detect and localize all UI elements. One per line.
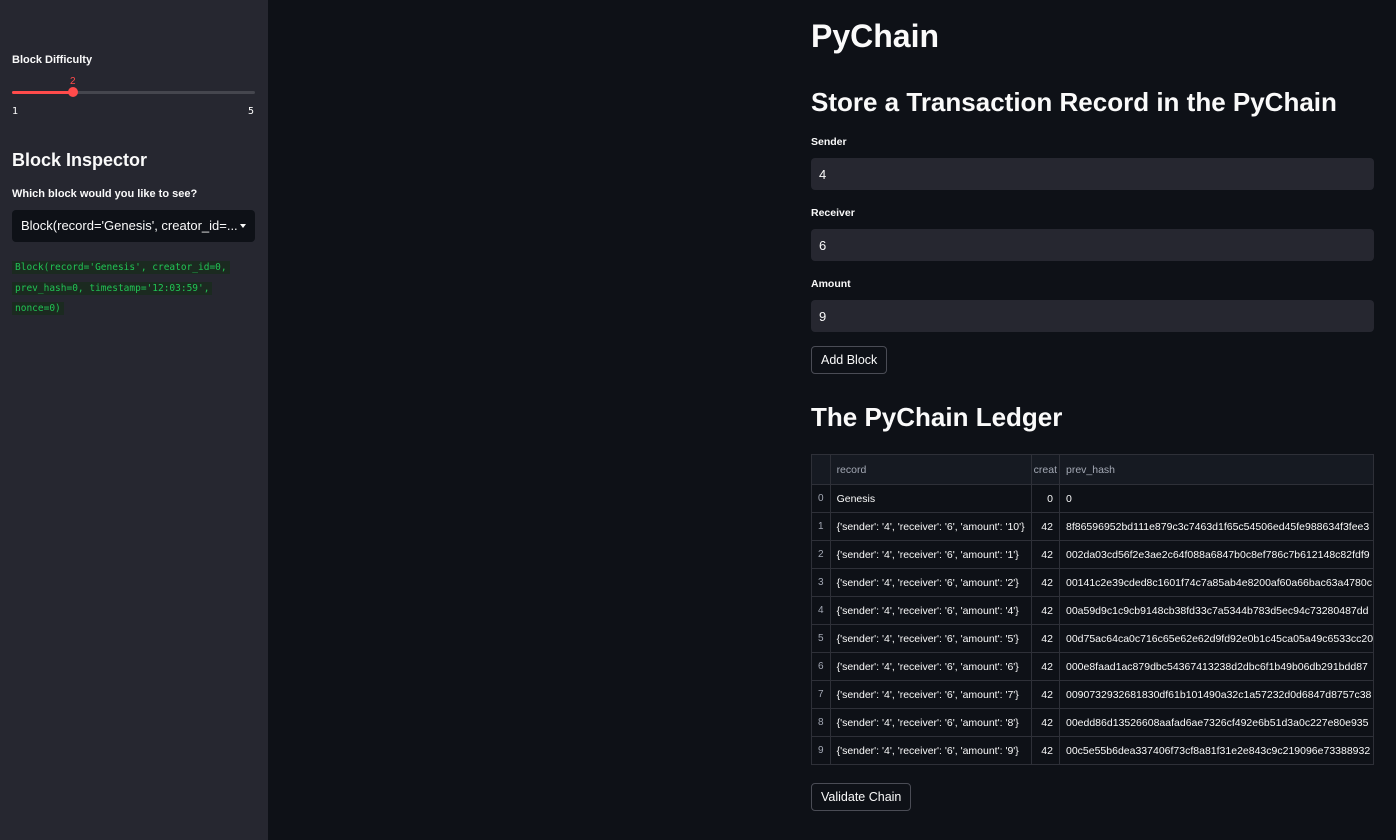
code-line: prev_hash=0, timestamp='12:03:59', [12, 281, 213, 295]
slider-fill [12, 91, 73, 94]
table-cell[interactable]: 0 [1031, 484, 1060, 513]
table-cell[interactable]: {'sender': '4', 'receiver': '6', 'amount… [830, 680, 1032, 709]
table-cell[interactable]: {'sender': '4', 'receiver': '6', 'amount… [830, 568, 1032, 597]
amount-label: Amount [811, 278, 851, 290]
table-row[interactable]: 7 {'sender': '4', 'receiver': '6', 'amoun… [812, 680, 1373, 709]
row-index: 9 [812, 736, 831, 764]
table-cell[interactable]: {'sender': '4', 'receiver': '6', 'amount… [830, 652, 1032, 681]
table-cell[interactable]: {'sender': '4', 'receiver': '6', 'amount… [830, 624, 1032, 653]
row-index: 6 [812, 652, 831, 681]
table-cell[interactable]: 42 [1031, 736, 1060, 764]
block-inspector-title: Block Inspector [12, 150, 148, 170]
column-header[interactable]: prev_hash [1059, 455, 1373, 485]
page-title: PyChain [811, 18, 940, 54]
ledger-grid: record creat prev_hash 0 Genesis 0 0 1 {'sender… [812, 455, 1373, 764]
caret-down-icon [240, 224, 246, 228]
table-row[interactable]: 6 {'sender': '4', 'receiver': '6', 'amoun… [812, 652, 1373, 681]
row-index: 7 [812, 680, 831, 709]
code-line: nonce=0) [12, 302, 64, 315]
ledger-table[interactable]: record creat prev_hash 0 Genesis 0 0 1 {'sender… [811, 454, 1374, 765]
table-cell[interactable]: 00a59d9c1c9cb9148cb38fd33c7a5344b783d5ec… [1059, 596, 1373, 625]
table-header-row: record creat prev_hash [812, 455, 1373, 485]
sender-label: Sender [811, 136, 847, 148]
row-index: 2 [812, 540, 831, 569]
slider-thumb[interactable] [67, 87, 78, 97]
table-row[interactable]: 8 {'sender': '4', 'receiver': '6', 'amoun… [812, 708, 1373, 737]
table-cell[interactable]: 42 [1031, 540, 1060, 569]
table-cell[interactable]: 42 [1031, 512, 1060, 541]
row-index: 3 [812, 568, 831, 597]
validate-chain-button[interactable]: Validate Chain [811, 783, 912, 811]
amount-input[interactable] [811, 300, 1374, 332]
table-row[interactable]: 3 {'sender': '4', 'receiver': '6', 'amoun… [812, 568, 1373, 597]
table-cell[interactable]: 002da03cd56f2e3ae2c64f088a6847b0c8ef786c… [1059, 540, 1373, 569]
table-cell[interactable]: 42 [1031, 652, 1060, 681]
block-select-value: Block(record='Genesis', creator_id=... [21, 218, 238, 233]
table-cell[interactable]: 8f86596952bd111e879c3c7463d1f65c54506ed4… [1059, 512, 1373, 541]
column-header[interactable] [812, 455, 831, 485]
block-code-output: Block(record='Genesis', creator_id=0, pr… [12, 258, 242, 320]
table-row[interactable]: 9 {'sender': '4', 'receiver': '6', 'amoun… [812, 736, 1373, 764]
table-cell[interactable]: 0 [1059, 484, 1373, 513]
table-cell[interactable]: 42 [1031, 680, 1060, 709]
row-index: 5 [812, 624, 831, 653]
table-row[interactable]: 2 {'sender': '4', 'receiver': '6', 'amoun… [812, 540, 1373, 569]
table-cell[interactable]: 00edd86d13526608aafad6ae7326cf492e6b51d3… [1059, 708, 1373, 737]
table-cell[interactable]: 00141c2e39cded8c1601f74c7a85ab4e8200af60… [1059, 568, 1373, 597]
table-cell[interactable]: 42 [1031, 624, 1060, 653]
table-cell[interactable]: {'sender': '4', 'receiver': '6', 'amount… [830, 736, 1032, 764]
slider-max-label: 5 [248, 106, 255, 117]
add-block-button[interactable]: Add Block [811, 346, 888, 374]
table-cell[interactable]: 00c5e55b6dea337406f73cf8a81f31e2e843c9c2… [1059, 736, 1373, 764]
table-cell[interactable]: {'sender': '4', 'receiver': '6', 'amount… [830, 596, 1032, 625]
column-header[interactable]: creat [1031, 455, 1060, 485]
block-difficulty-label: Block Difficulty [12, 54, 93, 66]
block-select[interactable]: Block(record='Genesis', creator_id=... [12, 210, 255, 242]
table-cell[interactable]: 00d75ac64ca0c716c65e62e62d9fd92e0b1c45ca… [1059, 624, 1373, 653]
table-cell[interactable]: 000e8faad1ac879dbc54367413238d2dbc6f1b49… [1059, 652, 1373, 681]
slider-value: 2 [69, 76, 76, 87]
table-cell[interactable]: {'sender': '4', 'receiver': '6', 'amount… [830, 540, 1032, 569]
table-cell[interactable]: {'sender': '4', 'receiver': '6', 'amount… [830, 708, 1032, 737]
table-cell[interactable]: Genesis [830, 484, 1032, 513]
table-cell[interactable]: 42 [1031, 708, 1060, 737]
row-index: 8 [812, 708, 831, 737]
ledger-title: The PyChain Ledger [811, 402, 1063, 432]
slider-min-label: 1 [12, 106, 19, 117]
table-row[interactable]: 4 {'sender': '4', 'receiver': '6', 'amoun… [812, 596, 1373, 625]
row-index: 4 [812, 596, 831, 625]
table-cell[interactable]: 42 [1031, 596, 1060, 625]
form-title: Store a Transaction Record in the PyChai… [811, 87, 1337, 117]
receiver-label: Receiver [811, 207, 855, 219]
difficulty-slider[interactable]: 2 [12, 76, 255, 97]
row-index: 1 [812, 512, 831, 541]
table-cell[interactable]: {'sender': '4', 'receiver': '6', 'amount… [830, 512, 1032, 541]
receiver-input[interactable] [811, 229, 1374, 261]
table-cell[interactable]: 0090732932681830df61b101490a32c1a57232d0… [1059, 680, 1373, 709]
table-row[interactable]: 0 Genesis 0 0 [812, 484, 1373, 513]
code-line: Block(record='Genesis', creator_id=0, [12, 261, 230, 274]
row-index: 0 [812, 484, 831, 513]
table-cell[interactable]: 42 [1031, 568, 1060, 597]
block-select-label: Which block would you like to see? [12, 188, 198, 200]
sender-input[interactable] [811, 158, 1374, 190]
table-row[interactable]: 1 {'sender': '4', 'receiver': '6', 'amoun… [812, 512, 1373, 541]
column-header[interactable]: record [830, 455, 1032, 485]
sidebar: Block Difficulty 2 1 5 Block Inspector W… [0, 0, 268, 840]
table-row[interactable]: 5 {'sender': '4', 'receiver': '6', 'amoun… [812, 624, 1373, 653]
